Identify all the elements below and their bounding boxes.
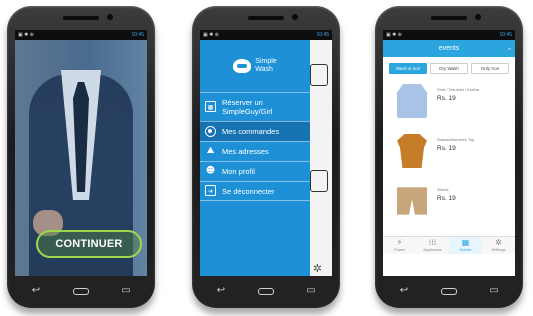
item-price: Rs. 19	[437, 195, 456, 202]
recents-icon[interactable]: ▭	[119, 286, 133, 296]
menu-label-reserver: Réserver un SimpleGuy/Girl	[222, 98, 272, 116]
power-icon: ⚡	[396, 238, 403, 247]
nav-power[interactable]: ⚡ Power	[383, 237, 416, 254]
phone-frame-2: ▣ ✱ ⊕ 10:45 ✲ Simple Wash ▦ Réserver un …	[192, 6, 340, 308]
home-icon[interactable]	[73, 288, 89, 295]
users-icon: ☻	[205, 165, 216, 176]
status-icons-left: ▣ ✱ ⊕	[386, 32, 402, 38]
status-bar: ▣ ✱ ⊕ 10:45	[15, 30, 147, 40]
recents-icon[interactable]: ▭	[487, 286, 501, 296]
target-icon	[205, 125, 216, 137]
nav-label: Events	[459, 248, 472, 252]
phone-frame-3: ▣ ✱ ⊕ 10:45 events ▪▪ Wash & Iron Dry Wa…	[375, 6, 523, 308]
tab-dry-wash[interactable]: Dry Wash	[430, 63, 468, 74]
continue-button[interactable]: CONTINUER	[36, 230, 142, 258]
menu-label-line2: SimpleGuy/Girl	[222, 107, 273, 116]
status-bar: ▣ ✱ ⊕ 10:45	[200, 30, 332, 40]
status-icons-left: ▣ ✱ ⊕	[18, 32, 34, 38]
screen-welcome: ▣ ✱ ⊕ 10:45 CONTINUER	[15, 30, 147, 276]
status-bar: ▣ ✱ ⊕ 10:45	[383, 30, 515, 40]
nav-settings[interactable]: ✲ Settings	[482, 237, 515, 254]
logout-icon: ➜	[205, 185, 216, 196]
item-price: Rs. 19	[437, 145, 456, 152]
item-name: Salwar/Women's Top	[437, 137, 475, 142]
washer-icon	[310, 64, 328, 86]
simplewash-logo-icon	[233, 59, 252, 73]
nav-label: Settings	[491, 248, 506, 252]
drawer-header: Simple Wash	[200, 40, 310, 92]
map-icon: ⛰	[206, 145, 215, 156]
nav-label: Appliances	[423, 248, 442, 252]
screen-events: ▣ ✱ ⊕ 10:45 events ▪▪ Wash & Iron Dry Wa…	[383, 30, 515, 276]
item-name: Shorts	[437, 187, 449, 192]
home-icon[interactable]	[258, 288, 274, 295]
app-header: events ▪▪	[383, 40, 515, 57]
android-nav-bar: ↩ ▭	[397, 286, 501, 298]
recents-icon[interactable]: ▭	[304, 286, 318, 296]
menu-label-profil: Mon profil	[222, 167, 255, 176]
status-icons-left: ▣ ✱ ⊕	[203, 32, 219, 38]
grid-icon: ⁞⁞⁞	[428, 238, 437, 247]
home-icon[interactable]	[441, 288, 457, 295]
list-item[interactable]: Shorts Rs. 19	[383, 178, 515, 228]
menu-item-mes-commandes[interactable]: Mes commandes	[200, 121, 310, 141]
top-image	[397, 134, 427, 168]
menu-item-reserver[interactable]: ▦ Réserver un SimpleGuy/Girl	[200, 92, 310, 121]
nav-appliances[interactable]: ⁞⁞⁞ Appliances	[416, 237, 449, 254]
menu-label-deconnecter: Se déconnecter	[222, 186, 275, 196]
menu-label-commandes: Mes commandes	[222, 127, 280, 136]
item-name: Shirt / Tee-shirt / Kurtha	[437, 87, 479, 92]
logo-text: Simple Wash	[255, 58, 277, 73]
menu-label-adresses: Mes adresses	[222, 147, 269, 156]
list-item[interactable]: Shirt / Tee-shirt / Kurtha Rs. 19	[383, 78, 515, 128]
gear-icon: ✲	[495, 238, 502, 247]
header-action-icon[interactable]: ▪▪	[508, 40, 511, 57]
calendar-icon: ▦	[461, 238, 470, 247]
screen-menu: ▣ ✱ ⊕ 10:45 ✲ Simple Wash ▦ Réserver un …	[200, 30, 332, 276]
shirt-image	[397, 84, 427, 118]
nav-label: Power	[394, 248, 405, 252]
item-price: Rs. 19	[437, 95, 456, 102]
device-icon	[310, 170, 328, 192]
bottom-nav: ⚡ Power ⁞⁞⁞ Appliances ▦ Events ✲ Settin…	[383, 236, 515, 254]
menu-item-mon-profil[interactable]: ☻ Mon profil	[200, 161, 310, 181]
menu-item-mes-adresses[interactable]: ⛰ Mes adresses	[200, 141, 310, 161]
menu-label-line1: Réserver un	[222, 98, 263, 107]
back-icon[interactable]: ↩	[214, 286, 228, 296]
header-title: events	[438, 45, 460, 52]
tab-only-iron[interactable]: Only Iron	[471, 63, 509, 74]
android-nav-bar: ↩ ▭	[29, 286, 133, 298]
navigation-drawer: Simple Wash ▦ Réserver un SimpleGuy/Girl…	[200, 40, 310, 276]
back-icon[interactable]: ↩	[397, 286, 411, 296]
status-time: 10:45	[316, 32, 329, 38]
service-tabs: Wash & Iron Dry Wash Only Iron	[383, 57, 515, 78]
phone-frame-1: ▣ ✱ ⊕ 10:45 CONTINUER ↩ ▭	[7, 6, 155, 308]
android-nav-bar: ↩ ▭	[214, 286, 318, 298]
calendar-icon: ▦	[205, 101, 216, 112]
nav-events[interactable]: ▦ Events	[449, 237, 482, 254]
menu-item-se-deconnecter[interactable]: ➜ Se déconnecter	[200, 181, 310, 201]
back-icon[interactable]: ↩	[29, 286, 43, 296]
shorts-image	[397, 187, 427, 215]
settings-icon[interactable]: ✲	[313, 262, 322, 275]
list-item[interactable]: Salwar/Women's Top Rs. 19	[383, 128, 515, 178]
status-time: 10:45	[131, 32, 144, 38]
status-time: 10:45	[499, 32, 512, 38]
tab-wash-iron[interactable]: Wash & Iron	[389, 63, 427, 74]
